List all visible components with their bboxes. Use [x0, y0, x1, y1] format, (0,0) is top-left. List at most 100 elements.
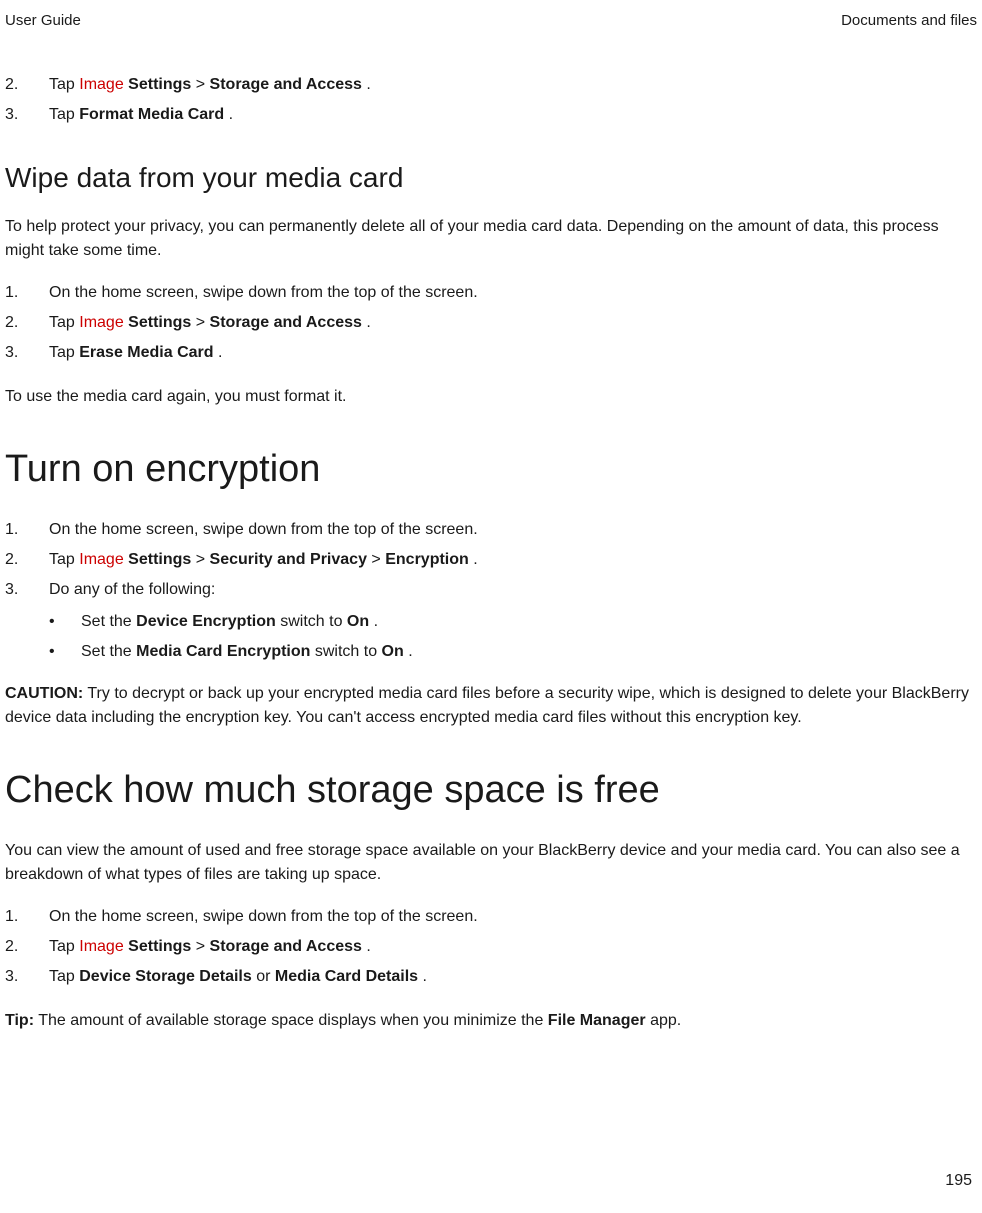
step-2: 2. Tap Image Settings > Storage and Acce…	[5, 73, 982, 97]
text: .	[229, 106, 233, 123]
step-text: On the home screen, swipe down from the …	[49, 518, 982, 542]
step-2: 2. Tap Image Settings > Storage and Acce…	[5, 935, 982, 959]
text: .	[473, 551, 477, 568]
step-text: Tap Image Settings > Storage and Access …	[49, 311, 982, 335]
text: Tap	[49, 344, 79, 361]
text: Tap	[49, 106, 79, 123]
text: >	[196, 551, 210, 568]
step-text: Tap Image Settings > Storage and Access …	[49, 935, 982, 959]
bold-text: Settings	[128, 76, 191, 93]
bold-text: Security and Privacy	[210, 551, 367, 568]
wipe-steps: 1. On the home screen, swipe down from t…	[5, 281, 982, 365]
bold-text: On	[382, 643, 404, 660]
step-1: 1. On the home screen, swipe down from t…	[5, 518, 982, 542]
storage-steps: 1. On the home screen, swipe down from t…	[5, 905, 982, 989]
step-2: 2. Tap Image Settings > Security and Pri…	[5, 548, 982, 572]
text: >	[196, 938, 210, 955]
bold-text: Encryption	[385, 551, 469, 568]
settings-icon: Image	[79, 551, 123, 568]
tip-paragraph: Tip: The amount of available storage spa…	[5, 1009, 982, 1033]
step-number: 2.	[5, 311, 49, 335]
step-text: Do any of the following:	[49, 578, 982, 602]
step-number: 1.	[5, 518, 49, 542]
bold-text: Format Media Card	[79, 106, 224, 123]
section-title-encryption: Turn on encryption	[5, 441, 982, 498]
section-title-storage: Check how much storage space is free	[5, 762, 982, 819]
text: Tap	[49, 551, 79, 568]
bold-text: Storage and Access	[210, 938, 362, 955]
step-3: 3. Tap Erase Media Card .	[5, 341, 982, 365]
text: .	[366, 938, 370, 955]
step-text: Tap Erase Media Card .	[49, 341, 982, 365]
step-number: 3.	[5, 965, 49, 989]
text: .	[408, 643, 412, 660]
bold-text: Storage and Access	[210, 314, 362, 331]
tip-label: Tip:	[5, 1012, 34, 1029]
header-right: Documents and files	[841, 10, 977, 33]
top-steps: 2. Tap Image Settings > Storage and Acce…	[5, 73, 982, 127]
bold-text: On	[347, 613, 369, 630]
text: or	[256, 968, 275, 985]
text: .	[423, 968, 427, 985]
step-number: 2.	[5, 935, 49, 959]
text: >	[196, 76, 210, 93]
text: .	[366, 314, 370, 331]
text: Set the	[81, 613, 136, 630]
settings-icon: Image	[79, 938, 123, 955]
step-text: Tap Image Settings > Security and Privac…	[49, 548, 982, 572]
step-1: 1. On the home screen, swipe down from t…	[5, 905, 982, 929]
paragraph: You can view the amount of used and free…	[5, 839, 982, 887]
text: Tap	[49, 314, 79, 331]
settings-icon: Image	[79, 76, 123, 93]
paragraph: To help protect your privacy, you can pe…	[5, 215, 982, 263]
bold-text: Media Card Details	[275, 968, 418, 985]
text: .	[374, 613, 378, 630]
step-text: On the home screen, swipe down from the …	[49, 905, 982, 929]
bold-text: Device Storage Details	[79, 968, 252, 985]
caution-paragraph: CAUTION: Try to decrypt or back up your …	[5, 682, 982, 730]
settings-icon: Image	[79, 314, 123, 331]
bold-text: Storage and Access	[210, 76, 362, 93]
bold-text: Media Card Encryption	[136, 643, 310, 660]
encryption-steps: 1. On the home screen, swipe down from t…	[5, 518, 982, 602]
step-number: 2.	[5, 548, 49, 572]
caution-text: Try to decrypt or back up your encrypted…	[5, 685, 969, 726]
bold-text: File Manager	[548, 1012, 646, 1029]
bold-text: Device Encryption	[136, 613, 276, 630]
bold-text: Settings	[128, 938, 191, 955]
step-text: Tap Image Settings > Storage and Access …	[49, 73, 982, 97]
step-3: 3. Tap Device Storage Details or Media C…	[5, 965, 982, 989]
bold-text: Erase Media Card	[79, 344, 213, 361]
page-header: User Guide Documents and files	[5, 10, 982, 33]
step-text: On the home screen, swipe down from the …	[49, 281, 982, 305]
text: switch to	[280, 613, 347, 630]
step-number: 1.	[5, 281, 49, 305]
caution-label: CAUTION:	[5, 685, 83, 702]
tip-text: The amount of available storage space di…	[38, 1012, 548, 1029]
bold-text: Settings	[128, 551, 191, 568]
section-title-wipe: Wipe data from your media card	[5, 157, 982, 199]
sublist-text: Set the Media Card Encryption switch to …	[81, 640, 413, 664]
step-number: 2.	[5, 73, 49, 97]
step-number: 3.	[5, 341, 49, 365]
text: >	[371, 551, 385, 568]
bold-text: Settings	[128, 314, 191, 331]
page-number: 195	[945, 1169, 972, 1193]
header-left: User Guide	[5, 10, 81, 33]
sublist-text: Set the Device Encryption switch to On .	[81, 610, 378, 634]
step-number: 3.	[5, 103, 49, 127]
step-text: Tap Device Storage Details or Media Card…	[49, 965, 982, 989]
text: Set the	[81, 643, 136, 660]
tip-text: app.	[650, 1012, 681, 1029]
step-text: Tap Format Media Card .	[49, 103, 982, 127]
step-1: 1. On the home screen, swipe down from t…	[5, 281, 982, 305]
encryption-sublist: • Set the Device Encryption switch to On…	[49, 610, 982, 664]
text: .	[218, 344, 222, 361]
sublist-item-1: • Set the Device Encryption switch to On…	[49, 610, 982, 634]
text: Tap	[49, 938, 79, 955]
text: switch to	[315, 643, 382, 660]
text: .	[366, 76, 370, 93]
paragraph: To use the media card again, you must fo…	[5, 385, 982, 409]
text: Tap	[49, 968, 79, 985]
bullet: •	[49, 610, 81, 634]
